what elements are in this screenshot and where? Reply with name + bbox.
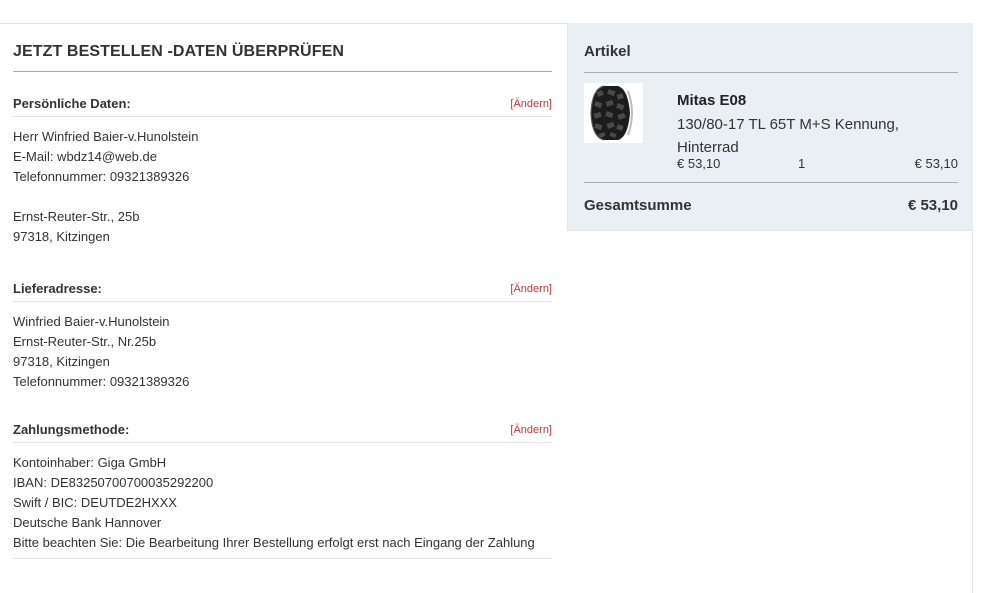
customer-city: 97318, Kitzingen <box>13 229 110 244</box>
unit-price: € 53,10 <box>677 156 721 171</box>
iban: IBAN: DE83250700700035292200 <box>13 475 214 490</box>
personal-data-heading: Persönliche Daten: <box>13 96 131 111</box>
customer-phone: Telefonnummer: 09321389326 <box>13 169 190 184</box>
payment-method-header: Zahlungsmethode: [Ändern] <box>13 398 552 443</box>
edit-personal-data-link[interactable]: [Ändern] <box>510 98 552 110</box>
delivery-name: Winfried Baier-v.Hunolstein <box>13 314 170 329</box>
edit-payment-method-link[interactable]: [Ändern] <box>510 424 552 436</box>
personal-data-section: Persönliche Daten: [Ändern] Herr Winfrie… <box>13 72 552 257</box>
customer-street: Ernst-Reuter-Str., 25b <box>13 209 140 224</box>
delivery-address-header: Lieferadresse: [Ändern] <box>13 257 552 302</box>
customer-email: E-Mail: wbdz14@web.de <box>13 149 157 164</box>
grand-total-label: Gesamtsumme <box>584 197 692 214</box>
payment-method-body: Kontoinhaber: Giga GmbH IBAN: DE83250700… <box>13 443 552 559</box>
delivery-city: 97318, Kitzingen <box>13 354 110 369</box>
delivery-address-section: Lieferadresse: [Ändern] Winfried Baier-v… <box>13 257 552 398</box>
quantity: 1 <box>798 156 806 171</box>
payment-method-heading: Zahlungsmethode: <box>13 422 130 437</box>
cart-title: Artikel <box>584 43 958 73</box>
delivery-street: Ernst-Reuter-Str., Nr.25b <box>13 334 157 349</box>
delivery-phone: Telefonnummer: 09321389326 <box>13 374 190 389</box>
line-total: € 53,10 <box>914 156 958 171</box>
tire-icon <box>584 83 643 143</box>
cart-summary: Artikel Mitas E08 130/80-17 TL 65T M+S K… <box>567 23 973 231</box>
product-description: 130/80-17 TL 65T M+S Kennung, Hinterrad <box>677 116 899 156</box>
bank-name: Deutsche Bank Hannover <box>13 515 162 530</box>
personal-data-body: Herr Winfried Baier-v.Hunolstein E-Mail:… <box>13 117 552 257</box>
payment-method-section: Zahlungsmethode: [Ändern] Kontoinhaber: … <box>13 398 552 559</box>
edit-delivery-address-link[interactable]: [Ändern] <box>510 283 552 295</box>
order-review-panel: JETZT BESTELLEN -DATEN ÜBERPRÜFEN Persön… <box>13 24 552 559</box>
grand-total-value: € 53,10 <box>907 197 958 214</box>
delivery-address-body: Winfried Baier-v.Hunolstein Ernst-Reuter… <box>13 302 552 398</box>
account-owner: Kontoinhaber: Giga GmbH <box>13 455 167 470</box>
bic: Swift / BIC: DEUTDE2HXXX <box>13 495 177 510</box>
personal-data-header: Persönliche Daten: [Ändern] <box>13 72 552 117</box>
page-title: JETZT BESTELLEN -DATEN ÜBERPRÜFEN <box>13 24 552 72</box>
product-name[interactable]: Mitas E08 <box>677 92 746 109</box>
cart-divider <box>584 182 958 183</box>
payment-note: Bitte beachten Sie: Die Bearbeitung Ihre… <box>13 535 535 550</box>
customer-name: Herr Winfried Baier-v.Hunolstein <box>13 129 199 144</box>
delivery-address-heading: Lieferadresse: <box>13 281 102 296</box>
product-price-row: € 53,10 1 € 53,10 <box>677 156 958 172</box>
